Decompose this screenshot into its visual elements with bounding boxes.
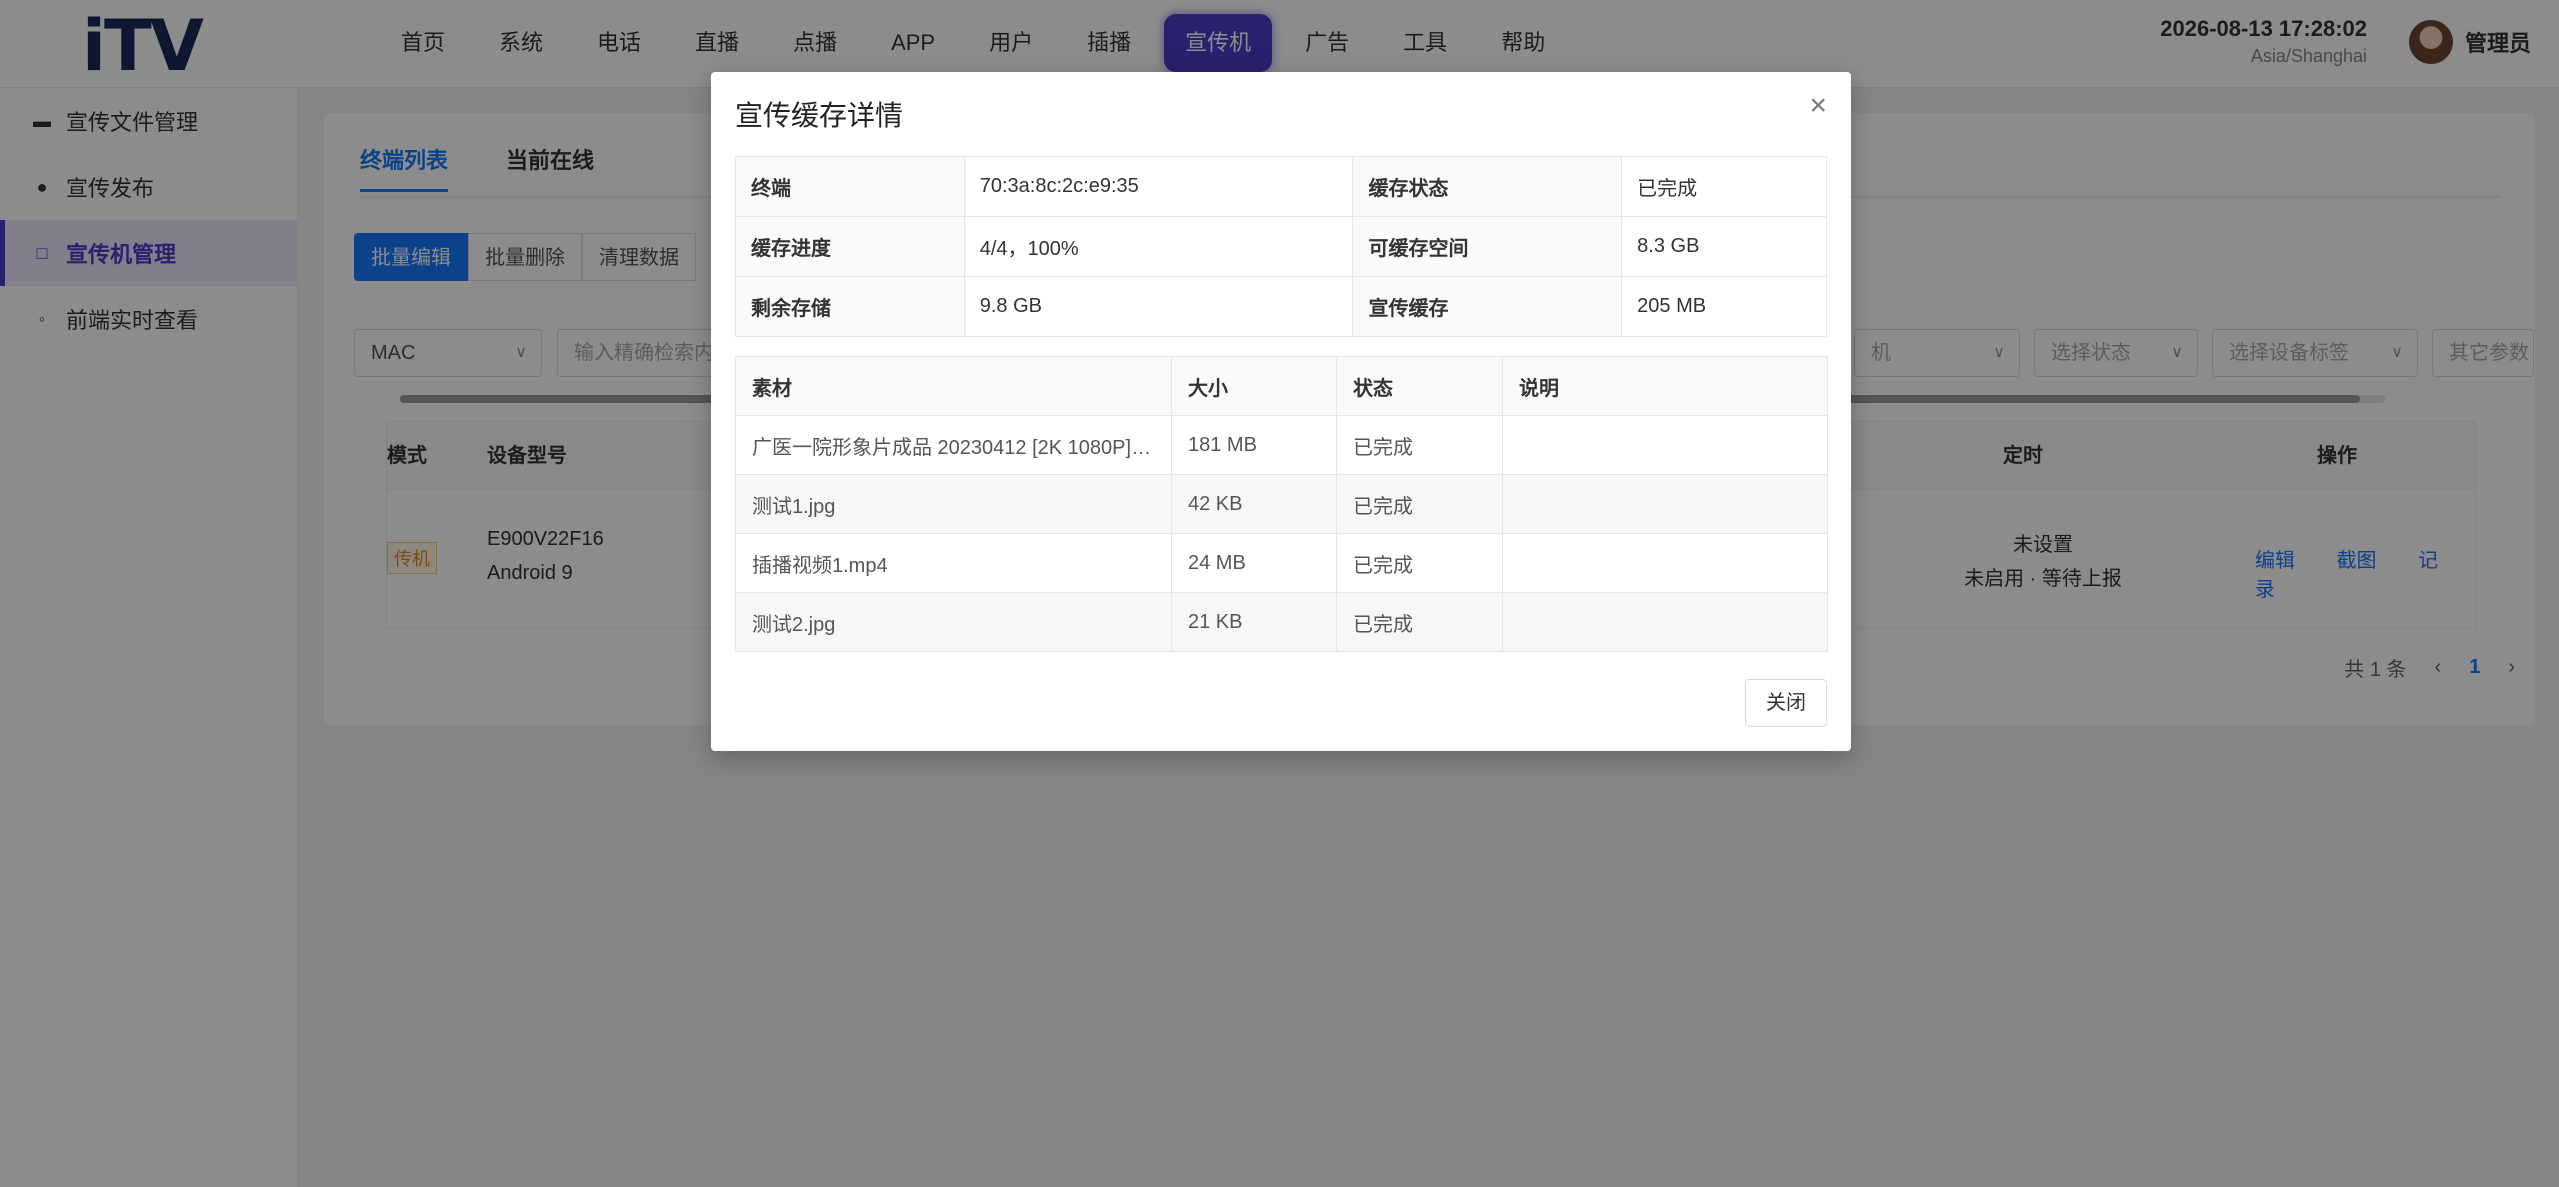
remaining-storage-label: 剩余存储 — [735, 276, 965, 337]
cache-status-value: 已完成 — [1621, 156, 1827, 217]
material-note — [1502, 474, 1828, 534]
cache-progress-label: 缓存进度 — [735, 216, 965, 277]
material-status: 已完成 — [1336, 533, 1503, 593]
cache-info-table: 终端 70:3a:8c:2c:e9:35 缓存状态 已完成 缓存进度 4/4，1… — [735, 156, 1827, 337]
col-header-size: 大小 — [1171, 356, 1337, 416]
close-icon[interactable]: × — [1809, 88, 1827, 124]
material-size: 42 KB — [1171, 474, 1337, 534]
material-name: 插播视频1.mp4 — [735, 533, 1172, 593]
close-button[interactable]: 关闭 — [1745, 679, 1827, 727]
modal-title: 宣传缓存详情 — [735, 100, 904, 131]
promo-cache-value: 205 MB — [1621, 276, 1827, 337]
material-size: 24 MB — [1171, 533, 1337, 593]
material-status: 已完成 — [1336, 474, 1503, 534]
material-size: 181 MB — [1171, 415, 1337, 475]
material-size: 21 KB — [1171, 592, 1337, 652]
materials-table: 素材 大小 状态 说明 广医一院形象片成品 20230412 [2K 1080P… — [735, 356, 1828, 652]
cache-progress-value: 4/4，100% — [963, 216, 1354, 277]
table-row: 插播视频1.mp4 24 MB 已完成 — [735, 533, 1828, 593]
material-name: 测试1.jpg — [735, 474, 1172, 534]
promo-cache-label: 宣传缓存 — [1352, 276, 1623, 337]
table-row: 测试1.jpg 42 KB 已完成 — [735, 474, 1828, 534]
material-note — [1502, 533, 1828, 593]
cache-detail-modal: 宣传缓存详情 × 终端 70:3a:8c:2c:e9:35 缓存状态 已完成 缓… — [711, 72, 1851, 751]
material-note — [1502, 415, 1828, 475]
col-header-note: 说明 — [1502, 356, 1828, 416]
terminal-mac: 70:3a:8c:2c:e9:35 — [963, 156, 1354, 217]
table-row: 广医一院形象片成品 20230412 [2K 1080P].mp4 181 MB… — [735, 415, 1828, 475]
material-status: 已完成 — [1336, 592, 1503, 652]
col-header-material: 素材 — [735, 356, 1172, 416]
remaining-storage-value: 9.8 GB — [963, 276, 1354, 337]
material-note — [1502, 592, 1828, 652]
terminal-label: 终端 — [735, 156, 965, 217]
cacheable-space-label: 可缓存空间 — [1352, 216, 1623, 277]
material-status: 已完成 — [1336, 415, 1503, 475]
material-name: 测试2.jpg — [735, 592, 1172, 652]
table-row: 测试2.jpg 21 KB 已完成 — [735, 592, 1828, 652]
col-header-status: 状态 — [1336, 356, 1503, 416]
materials-header-row: 素材 大小 状态 说明 — [735, 356, 1828, 416]
cache-status-label: 缓存状态 — [1352, 156, 1623, 217]
material-name: 广医一院形象片成品 20230412 [2K 1080P].mp4 — [735, 415, 1172, 475]
cacheable-space-value: 8.3 GB — [1621, 216, 1827, 277]
